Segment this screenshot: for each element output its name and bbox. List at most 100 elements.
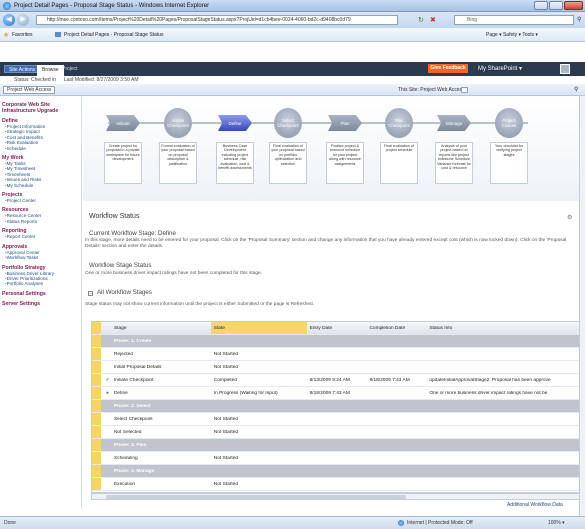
favorites-star-icon[interactable]: ★ bbox=[3, 31, 9, 39]
table-row[interactable]: ● Define In Progress (Waiting for Input) 8/… bbox=[92, 387, 584, 400]
maximize-button[interactable] bbox=[549, 1, 563, 10]
scope-dropdown-icon[interactable] bbox=[461, 87, 468, 93]
nav-heading[interactable]: Server Settings bbox=[2, 301, 81, 307]
main-content: Initiate Create project for proposal in a… bbox=[83, 96, 585, 509]
nav-heading[interactable]: Personal Settings bbox=[2, 291, 81, 297]
stage-description: Final evaluation of your proposal based … bbox=[269, 142, 307, 184]
status-icon bbox=[101, 361, 111, 373]
nav-heading[interactable]: Corporate Web Site Infrastructure Upgrad… bbox=[2, 102, 81, 114]
nav-item[interactable]: Workflow Tasks bbox=[5, 255, 81, 260]
entry-date-cell: 8/13/2009 9:24 AM bbox=[309, 377, 350, 383]
phase-row[interactable]: Phase: 4. Manage bbox=[92, 465, 584, 478]
stage-description: Your checklist for verifying project sta… bbox=[490, 142, 528, 184]
table-row[interactable]: Rejected Not Started bbox=[92, 348, 584, 361]
settings-icon[interactable]: ⚙ bbox=[567, 214, 572, 221]
phase-row[interactable]: Phase: 3. Plan bbox=[92, 439, 584, 452]
forward-button[interactable]: ▶ bbox=[17, 14, 29, 26]
expand-collapse-icon[interactable]: − bbox=[88, 291, 93, 296]
url-field[interactable]: http://mse.contoso.com/Items/Project%20D… bbox=[36, 15, 398, 25]
stage-description: Final evaluation of project schedule bbox=[380, 142, 418, 184]
table-row[interactable]: Execution Not Started bbox=[92, 478, 584, 491]
row-marker bbox=[92, 322, 101, 334]
zoom-level[interactable]: 100% ▾ bbox=[548, 520, 565, 526]
tab-browse[interactable]: Browse bbox=[37, 65, 64, 76]
state-cell: In Progress (Waiting for Input) bbox=[213, 390, 278, 396]
row-marker bbox=[92, 426, 101, 438]
phase-row[interactable]: Phase: 1. Create bbox=[92, 335, 584, 348]
search-input[interactable]: Bing bbox=[454, 15, 574, 25]
vertical-scrollbar[interactable] bbox=[579, 96, 585, 516]
additional-workflow-data-link[interactable]: Additional Workflow Data bbox=[507, 502, 563, 508]
my-sharepoint-menu[interactable]: My SharePoint ▾ bbox=[478, 65, 522, 72]
site-search-icon[interactable]: ⚲ bbox=[574, 86, 578, 93]
column-header[interactable]: Status Info bbox=[426, 326, 584, 331]
all-stages-title: All Workflow Stages bbox=[97, 289, 152, 296]
nav-item[interactable]: Report Center bbox=[5, 234, 81, 239]
status-text: Done bbox=[4, 520, 16, 526]
window-title: Project Detail Pages - Proposal Stage St… bbox=[14, 3, 210, 9]
row-marker bbox=[92, 439, 101, 451]
stage-description: Formal evaluation of your proposal based… bbox=[159, 142, 197, 184]
entry-date-cell: 8/18/2009 7:43 AM bbox=[309, 390, 350, 396]
nav-item[interactable]: My Schedule bbox=[5, 183, 81, 188]
workflow-checkpoint: Select Checkpoint bbox=[274, 108, 302, 138]
modified-label: Last Modified: 8/27/2009 3:50 AM bbox=[64, 77, 139, 83]
row-marker bbox=[92, 348, 101, 360]
nav-item[interactable]: Schedule bbox=[5, 146, 81, 151]
status-icon bbox=[101, 413, 111, 425]
state-cell: Not Started bbox=[213, 364, 239, 370]
table-row[interactable]: Scheduling Not Started bbox=[92, 452, 584, 465]
project-web-access-bar: Project Web Access This Site: Project We… bbox=[0, 84, 585, 96]
table-row[interactable]: Not Selected Not Started bbox=[92, 426, 584, 439]
left-navigation: Corporate Web Site Infrastructure Upgrad… bbox=[0, 96, 82, 509]
row-marker bbox=[92, 387, 101, 399]
scrollbar-thumb[interactable] bbox=[106, 495, 406, 499]
workflow-stage-active: Define bbox=[218, 115, 252, 131]
table-header: Stage State Entry Date Completion Date Statu… bbox=[92, 322, 584, 335]
row-marker bbox=[92, 478, 101, 490]
status-label: Status: Checked in bbox=[14, 77, 56, 83]
column-header[interactable]: Completion Date bbox=[366, 326, 426, 331]
horizontal-scrollbar[interactable] bbox=[91, 493, 585, 500]
favorites-label[interactable]: Favorites bbox=[12, 32, 33, 38]
refresh-icon[interactable]: ↻ bbox=[418, 16, 424, 24]
stage-cell: Not Selected bbox=[113, 429, 142, 435]
stage-description: Analysis of your project based on report… bbox=[435, 142, 473, 184]
stage-cell: Initial Proposal Details bbox=[113, 364, 162, 370]
workflow-checkpoint: Plan Checkpoint bbox=[385, 108, 413, 138]
column-header[interactable]: State bbox=[210, 322, 307, 334]
toolbar-menus[interactable]: Page ▾ Safety ▾ Tools ▾ bbox=[486, 32, 538, 38]
user-avatar[interactable] bbox=[560, 64, 570, 74]
sharepoint-top-bar: Site Actions ▾ Browse Project Give Feedb… bbox=[0, 62, 585, 76]
status-icon bbox=[101, 400, 111, 412]
nav-item[interactable]: Project Center bbox=[5, 198, 81, 203]
give-feedback-button[interactable]: Give Feedback bbox=[428, 64, 468, 73]
table-row[interactable]: Initial Proposal Details Not Started bbox=[92, 361, 584, 374]
close-button[interactable] bbox=[564, 1, 583, 10]
column-header[interactable]: Stage bbox=[111, 326, 211, 331]
table-row[interactable]: Select Checkpoint Not Started bbox=[92, 413, 584, 426]
site-scope-dropdown[interactable]: This Site: Project Web Access bbox=[398, 87, 465, 93]
row-marker bbox=[92, 335, 101, 347]
minimize-button[interactable] bbox=[534, 1, 548, 10]
row-marker bbox=[92, 465, 101, 477]
browser-tab[interactable]: Project Detail Pages - Proposal Stage St… bbox=[64, 32, 164, 38]
nav-item[interactable]: Status Reports bbox=[5, 219, 81, 224]
current-stage-title: Current Workflow Stage: Define bbox=[89, 230, 176, 237]
search-icon[interactable]: ⚲ bbox=[577, 16, 581, 23]
nav-item[interactable]: Portfolio Analyses bbox=[5, 281, 81, 286]
state-cell: Completed bbox=[213, 377, 237, 383]
table-row[interactable]: ✓ Initiate Checkpoint Completed 8/13/2009 9… bbox=[92, 374, 584, 387]
phase-row[interactable]: Phase: 2. Select bbox=[92, 400, 584, 413]
stop-icon[interactable]: ✖ bbox=[430, 16, 436, 24]
column-header[interactable]: Entry Date bbox=[307, 326, 367, 331]
all-stages-text: Stage status may not show current inform… bbox=[85, 302, 315, 307]
phase-label: Phase: 3. Plan bbox=[113, 442, 147, 448]
state-cell: Not Started bbox=[213, 416, 239, 422]
back-button[interactable]: ◀ bbox=[3, 14, 15, 26]
project-web-access-button[interactable]: Project Web Access bbox=[3, 86, 56, 94]
workflow-diagram: Initiate Create project for proposal in a… bbox=[83, 96, 585, 201]
stage-description: Create project for proposal in a private… bbox=[104, 142, 142, 184]
tab-project[interactable]: Project bbox=[62, 65, 78, 73]
window-title-bar: Project Detail Pages - Proposal Stage St… bbox=[0, 0, 585, 12]
